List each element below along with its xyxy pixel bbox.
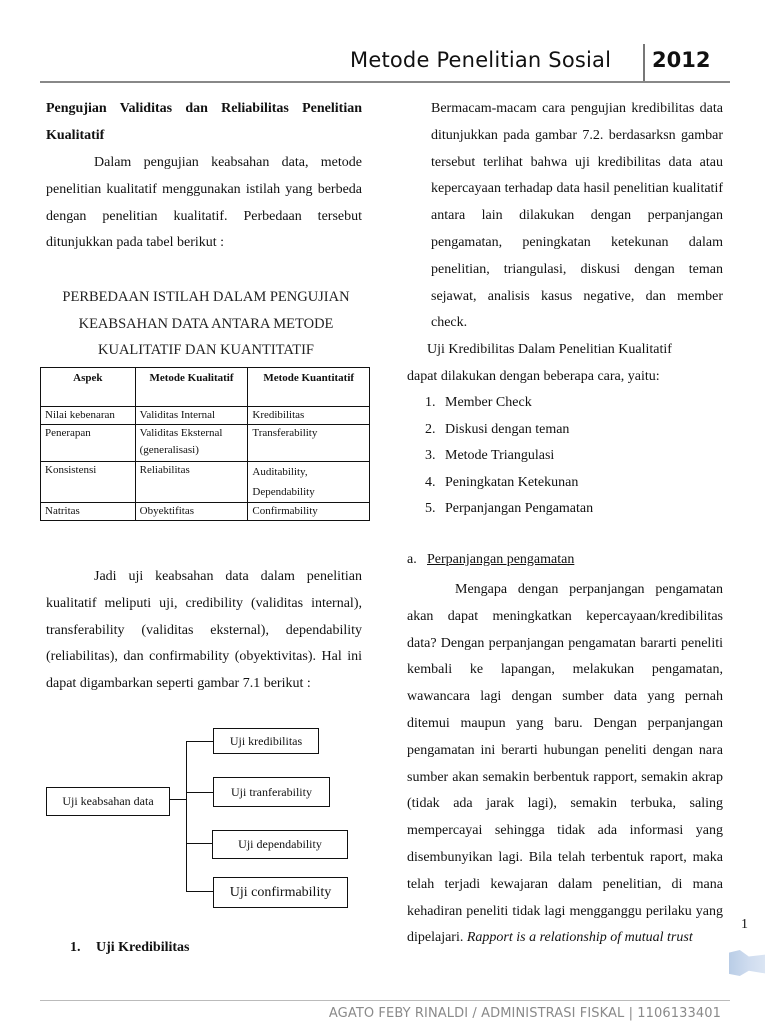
page-tab-ribbon-icon [729, 950, 765, 976]
list-item-label: Peningkatan Ketekunan [445, 474, 579, 490]
list-number: 1. [425, 395, 436, 410]
table-cell: Kredibilitas [247, 406, 370, 425]
list-number: 4. [425, 474, 436, 490]
connector-trunk [186, 741, 188, 891]
table-cell: Auditability, Dependability [247, 461, 370, 503]
table-header-cell: Metode Kuantitatif [247, 367, 370, 407]
subheading-letter: a. [407, 552, 417, 567]
table-cell: Validitas Internal [134, 406, 249, 425]
table-cell: Nilai kebenaran [40, 406, 136, 425]
list-item-label: Metode Triangulasi [445, 448, 555, 463]
table-cell: Confirmability [247, 502, 370, 521]
right-paragraph-2: Uji Kredibilitas Dalam Penelitian Kualit… [407, 337, 723, 391]
footer-author: AGATO FEBY RINALDI / ADMINISTRASI FISKAL… [328, 1006, 721, 1021]
table-row: Konsistensi Reliabilitas Auditability, D… [40, 461, 370, 503]
right-paragraph-3-body: Mengapa dengan perpanjangan pengamatan a… [407, 582, 723, 946]
list-number: 3. [425, 448, 436, 463]
right-paragraph-3-text: Mengapa dengan perpanjangan pengamatan a… [407, 577, 723, 952]
table-caption-line: KEABSAHAN DATA ANTARA METODE [78, 315, 334, 332]
right-paragraph-2-line: dapat dilakukan dengan beberapa cara, ya… [407, 368, 660, 384]
table-cell: Penerapan [40, 424, 136, 462]
section-title: Pengujian Validitas dan Reliabilitas Pen… [46, 101, 362, 143]
page-number: 1 [741, 917, 748, 932]
heading-label: Uji Kredibilitas [96, 940, 190, 955]
subheading-perpanjangan-pengamatan: a. Perpanjangan pengamatan [407, 552, 574, 568]
list-item: 2. Diskusi dengan teman [425, 417, 593, 444]
summary-paragraph-text: Jadi uji keabsahan data dalam penelitian… [46, 569, 362, 692]
list-item-label: Diskusi dengan teman [445, 421, 570, 437]
table-caption-line: PERBEDAAN ISTILAH DALAM PENGUJIAN [62, 289, 350, 305]
connector-line [186, 843, 213, 845]
heading-number: 1. [70, 940, 81, 955]
list-item: 4. Peningkatan Ketekunan [425, 470, 593, 497]
table-caption: PERBEDAAN ISTILAH DALAM PENGUJIAN KEABSA… [42, 284, 370, 364]
list-item: 1. Member Check [425, 390, 593, 417]
summary-paragraph: Jadi uji keabsahan data dalam penelitian… [46, 564, 362, 698]
list-item: 5. Perpanjangan Pengamatan [425, 496, 593, 523]
intro-paragraph: Dalam pengujian keabsahan data, metode p… [46, 150, 362, 257]
table-cell: Validitas Eksternal (generalisasi) [134, 424, 249, 462]
list-number: 5. [425, 501, 436, 516]
connector-line [186, 741, 213, 743]
intro-paragraph-text: Dalam pengujian keabsahan data, metode p… [46, 155, 362, 251]
heading-uji-kredibilitas: 1. Uji Kredibilitas [70, 940, 189, 956]
comparison-table: Aspek Metode Kualitatif Metode Kuantitat… [40, 367, 370, 521]
connector-line [168, 799, 186, 801]
list-item-label: Member Check [445, 395, 532, 410]
right-paragraph-1: Bermacam-macam cara pengujian kredibilit… [431, 96, 723, 337]
credibility-methods-list: 1. Member Check 2. Diskusi dengan teman 3.… [425, 390, 593, 523]
diagram-child-node: Uji tranferability [213, 777, 330, 807]
table-header-row: Aspek Metode Kualitatif Metode Kuantitat… [40, 367, 370, 407]
table-cell: Transferability [247, 424, 370, 462]
document-header-year: 2012 [652, 48, 711, 72]
diagram-root-node: Uji keabsahan data [46, 787, 170, 816]
table-header-cell: Metode Kualitatif [134, 367, 249, 407]
diagram-child-node: Uji dependability [212, 830, 348, 859]
table-cell: Natritas [40, 502, 136, 521]
subheading-label: Perpanjangan pengamatan [427, 552, 575, 567]
connector-line [186, 792, 213, 794]
table-caption-line: KUALITATIF DAN KUANTITATIF [98, 342, 314, 358]
table-header-cell: Aspek [40, 367, 136, 407]
header-separator [643, 44, 645, 82]
footer-rule [40, 1000, 730, 1001]
list-item-label: Perpanjangan Pengamatan [445, 501, 594, 516]
document-header-title: Metode Penelitian Sosial [350, 48, 612, 72]
right-paragraph-3: Mengapa dengan perpanjangan pengamatan a… [407, 577, 723, 952]
list-item: 3. Metode Triangulasi [425, 443, 593, 470]
right-paragraph-1-text: Bermacam-macam cara pengujian kredibilit… [431, 101, 723, 331]
table-row: Natritas Obyektifitas Confirmability [40, 502, 370, 521]
table-row: Penerapan Validitas Eksternal (generalis… [40, 424, 370, 462]
table-cell: Konsistensi [40, 461, 136, 503]
rapport-italic-text: Rapport is a relationship of mutual trus… [466, 930, 693, 946]
right-paragraph-2-line: Uji Kredibilitas Dalam Penelitian Kualit… [427, 342, 672, 357]
header-rule [40, 81, 730, 83]
connector-line [186, 891, 213, 893]
table-cell: Reliabilitas [134, 461, 249, 503]
table-cell: Obyektifitas [134, 502, 249, 521]
diagram-child-node: Uji kredibilitas [213, 728, 319, 754]
diagram-child-node: Uji confirmability [213, 877, 348, 908]
table-row: Nilai kebenaran Validitas Internal Kredi… [40, 406, 370, 425]
list-number: 2. [425, 421, 436, 437]
